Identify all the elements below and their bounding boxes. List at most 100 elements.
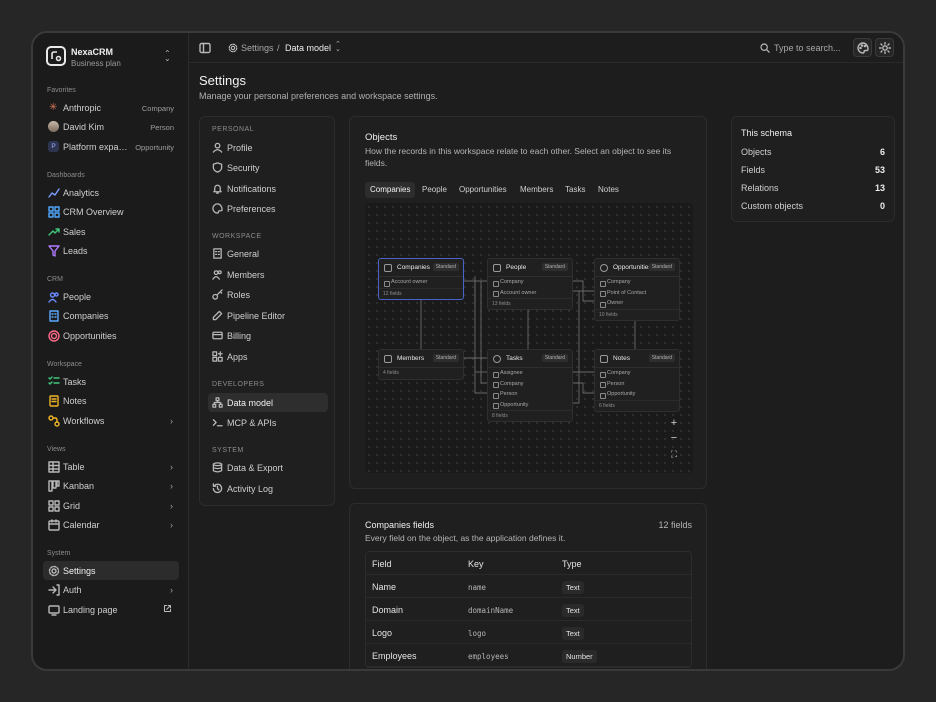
favorite-anthropic[interactable]: ✳ Anthropic Company: [43, 98, 179, 117]
settings-item-pipeline-editor[interactable]: Pipeline Editor: [208, 306, 328, 325]
settings-item-data-export[interactable]: Data & Export: [208, 458, 328, 477]
stat-label: Objects: [741, 147, 772, 157]
sidebar-item-landing-page[interactable]: Landing page: [43, 600, 179, 619]
section-workspace: Workspace: [47, 361, 82, 368]
table-row[interactable]: Employees employees Number: [366, 644, 691, 667]
zoom-out-button[interactable]: −: [667, 432, 681, 446]
settings-item-preferences[interactable]: Preferences: [208, 199, 328, 218]
user-icon: [212, 142, 223, 153]
table-header: Field Key Type: [366, 552, 691, 575]
settings-item-data-model[interactable]: Data model: [208, 393, 328, 412]
bell-icon: [213, 184, 222, 194]
settings-item-members[interactable]: Members: [208, 265, 328, 284]
sidebar-item-people[interactable]: People: [43, 287, 179, 306]
chevron-right-icon: ›: [170, 416, 173, 426]
fit-view-button[interactable]: ⛶: [667, 448, 681, 462]
table-row[interactable]: Name name Text: [366, 575, 691, 598]
tab-notes[interactable]: Notes: [593, 182, 624, 198]
node-tasks[interactable]: Tasks Standard Assignee Company Person Op…: [487, 349, 573, 422]
main-area: Settings / Data model ⌃ ⌄ Type to search.…: [188, 33, 903, 669]
sidebar-item-sales[interactable]: Sales: [43, 222, 179, 241]
tab-members[interactable]: Members: [515, 182, 558, 198]
node-field: Person: [595, 379, 679, 390]
settings-item-profile[interactable]: Profile: [208, 138, 328, 157]
node-field: Person: [488, 389, 572, 400]
settings-section-personal: PERSONAL: [212, 126, 255, 133]
settings-item-mcp-apis[interactable]: MCP & APIs: [208, 413, 328, 432]
node-members[interactable]: Members Standard 4 fields: [378, 349, 464, 380]
settings-item-security[interactable]: Security: [208, 158, 328, 177]
chevron-right-icon: ›: [170, 481, 173, 491]
sidebar-item-auth[interactable]: Auth ›: [43, 580, 179, 599]
trending-up-icon: [48, 228, 60, 236]
tab-opportunities[interactable]: Opportunities: [454, 182, 512, 198]
sidebar-item-companies[interactable]: Companies: [43, 306, 179, 325]
checklist-icon: [48, 376, 60, 385]
section-system: System: [47, 550, 71, 557]
settings-item-billing[interactable]: Billing: [208, 326, 328, 345]
favorite-platform-expansion[interactable]: P Platform expa… Opportunity: [43, 137, 179, 156]
sidebar-item-crm-overview[interactable]: CRM Overview: [43, 202, 179, 221]
app-logo-icon: [46, 46, 66, 66]
workflow-icon: [48, 415, 60, 427]
workspace-switcher-icon[interactable]: ⌃ ⌄: [164, 50, 171, 63]
theme-palette-button[interactable]: [853, 38, 872, 57]
tab-tasks[interactable]: Tasks: [560, 182, 590, 198]
login-icon: [48, 584, 60, 596]
breadcrumb-current[interactable]: Data model: [285, 43, 331, 53]
search-input[interactable]: Type to search...: [774, 43, 841, 53]
people-icon: [384, 355, 392, 363]
sidebar-item-settings[interactable]: Settings: [43, 561, 179, 580]
sidebar-item-leads[interactable]: Leads: [43, 241, 179, 260]
section-views: Views: [47, 446, 66, 453]
schema-diagram[interactable]: Companies Standard Account owner 12 field…: [365, 203, 693, 473]
tab-people[interactable]: People: [417, 182, 452, 198]
node-people[interactable]: People Standard Company Account owner 13 …: [487, 258, 573, 310]
settings-item-general[interactable]: General: [208, 244, 328, 263]
node-field: Point of Contact: [595, 288, 679, 299]
chevron-updown-icon[interactable]: ⌃ ⌄: [335, 41, 341, 53]
sidebar-item-notes[interactable]: Notes: [43, 391, 179, 410]
settings-item-apps[interactable]: Apps: [208, 347, 328, 366]
sidebar-item-grid[interactable]: Grid ›: [43, 496, 179, 515]
target-icon: [600, 264, 608, 272]
favorite-david-kim[interactable]: David Kim Person: [43, 117, 179, 136]
table-row[interactable]: Domain domainName Text: [366, 598, 691, 621]
user-icon: [493, 264, 501, 272]
sidebar-item-kanban[interactable]: Kanban ›: [43, 476, 179, 495]
top-bar: Settings / Data model ⌃ ⌄ Type to search.…: [189, 33, 903, 63]
sidebar-item-table[interactable]: Table ›: [43, 457, 179, 476]
relation-line: [571, 382, 594, 394]
sidebar-item-workflows[interactable]: Workflows ›: [43, 411, 179, 430]
monitor-icon: [48, 605, 60, 616]
node-field: Opportunity: [595, 389, 679, 400]
app-plan: Business plan: [71, 59, 121, 68]
settings-item-roles[interactable]: Roles: [208, 285, 328, 304]
funnel-icon: [48, 245, 60, 257]
sidebar-item-calendar[interactable]: Calendar ›: [43, 515, 179, 534]
relation-lines: [420, 276, 636, 404]
node-opportunities[interactable]: Opportunities Standard Company Point of C…: [594, 258, 680, 321]
breadcrumb-settings[interactable]: Settings: [241, 43, 274, 53]
node-notes[interactable]: Notes Standard Company Person Opportunity…: [594, 349, 680, 412]
tab-companies[interactable]: Companies: [365, 182, 416, 198]
objects-description: How the records in this workspace relate…: [365, 146, 672, 156]
settings-item-notifications[interactable]: Notifications: [208, 179, 328, 198]
building-icon: [49, 310, 59, 322]
table-row[interactable]: Logo logo Text: [366, 621, 691, 644]
sidebar-item-analytics[interactable]: Analytics: [43, 183, 179, 202]
kanban-icon: [48, 480, 60, 492]
history-icon: [212, 483, 223, 494]
objects-panel: Objects How the records in this workspac…: [349, 116, 707, 489]
zoom-in-button[interactable]: +: [667, 417, 681, 431]
theme-toggle-button[interactable]: [875, 38, 894, 57]
settings-item-activity-log[interactable]: Activity Log: [208, 479, 328, 498]
sidebar-item-tasks[interactable]: Tasks: [43, 372, 179, 391]
network-icon: [212, 397, 223, 408]
node-companies[interactable]: Companies Standard Account owner 12 field…: [378, 258, 464, 300]
check-circle-icon: [493, 355, 501, 363]
chevron-right-icon: ›: [170, 462, 173, 472]
fields-panel: Companies fields 12 fields Every field o…: [349, 503, 707, 669]
sidebar-toggle-icon[interactable]: [199, 42, 211, 54]
sidebar-item-opportunities[interactable]: Opportunities: [43, 326, 179, 345]
